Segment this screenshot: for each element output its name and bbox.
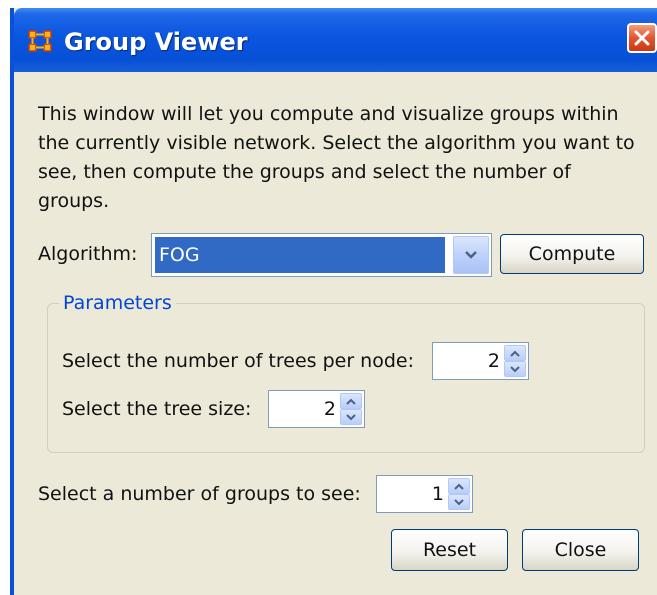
tree-size-label: Select the tree size: xyxy=(62,398,252,420)
chevron-down-icon xyxy=(346,414,356,421)
chevron-down-icon xyxy=(454,499,464,506)
groups-count-spinner[interactable]: 1 xyxy=(376,475,473,513)
trees-per-node-value[interactable]: 2 xyxy=(488,343,500,379)
parameters-title: Parameters xyxy=(59,292,176,314)
algorithm-select[interactable]: FOG xyxy=(151,233,492,277)
tree-size-decrement[interactable] xyxy=(340,409,362,425)
trees-per-node-decrement[interactable] xyxy=(504,361,526,377)
title-bar[interactable]: Group Viewer xyxy=(14,8,657,72)
groups-count-label: Select a number of groups to see: xyxy=(38,483,361,505)
chevron-down-icon xyxy=(465,251,477,259)
description-text: This window will let you compute and vis… xyxy=(38,103,635,212)
algorithm-selected-value: FOG xyxy=(155,237,445,273)
groups-count-stepper[interactable] xyxy=(448,478,470,510)
chevron-up-icon xyxy=(454,483,464,490)
trees-per-node-stepper[interactable] xyxy=(504,345,526,377)
trees-per-node-spinner[interactable]: 2 xyxy=(432,342,529,380)
reset-button[interactable]: Reset xyxy=(391,529,508,571)
tree-size-value[interactable]: 2 xyxy=(324,391,336,427)
trees-per-node-increment[interactable] xyxy=(504,345,526,361)
trees-per-node-label: Select the number of trees per node: xyxy=(62,350,415,372)
tree-size-increment[interactable] xyxy=(340,393,362,409)
chevron-down-icon xyxy=(510,366,520,373)
algorithm-dropdown-button[interactable] xyxy=(453,236,489,274)
parameters-group xyxy=(47,303,645,453)
groups-count-value[interactable]: 1 xyxy=(432,476,444,512)
groups-count-decrement[interactable] xyxy=(448,494,470,510)
network-grid-icon xyxy=(28,30,52,52)
close-button[interactable]: Close xyxy=(522,529,639,571)
compute-button[interactable]: Compute xyxy=(500,234,644,274)
window-title: Group Viewer xyxy=(64,28,248,56)
group-viewer-window: Group Viewer This window will let you co… xyxy=(10,8,657,595)
tree-size-spinner[interactable]: 2 xyxy=(268,390,365,428)
algorithm-label: Algorithm: xyxy=(38,243,138,265)
groups-count-increment[interactable] xyxy=(448,478,470,494)
close-window-button[interactable] xyxy=(627,23,657,53)
chevron-up-icon xyxy=(510,350,520,357)
chevron-up-icon xyxy=(346,398,356,405)
close-x-icon xyxy=(634,30,650,46)
tree-size-stepper[interactable] xyxy=(340,393,362,425)
